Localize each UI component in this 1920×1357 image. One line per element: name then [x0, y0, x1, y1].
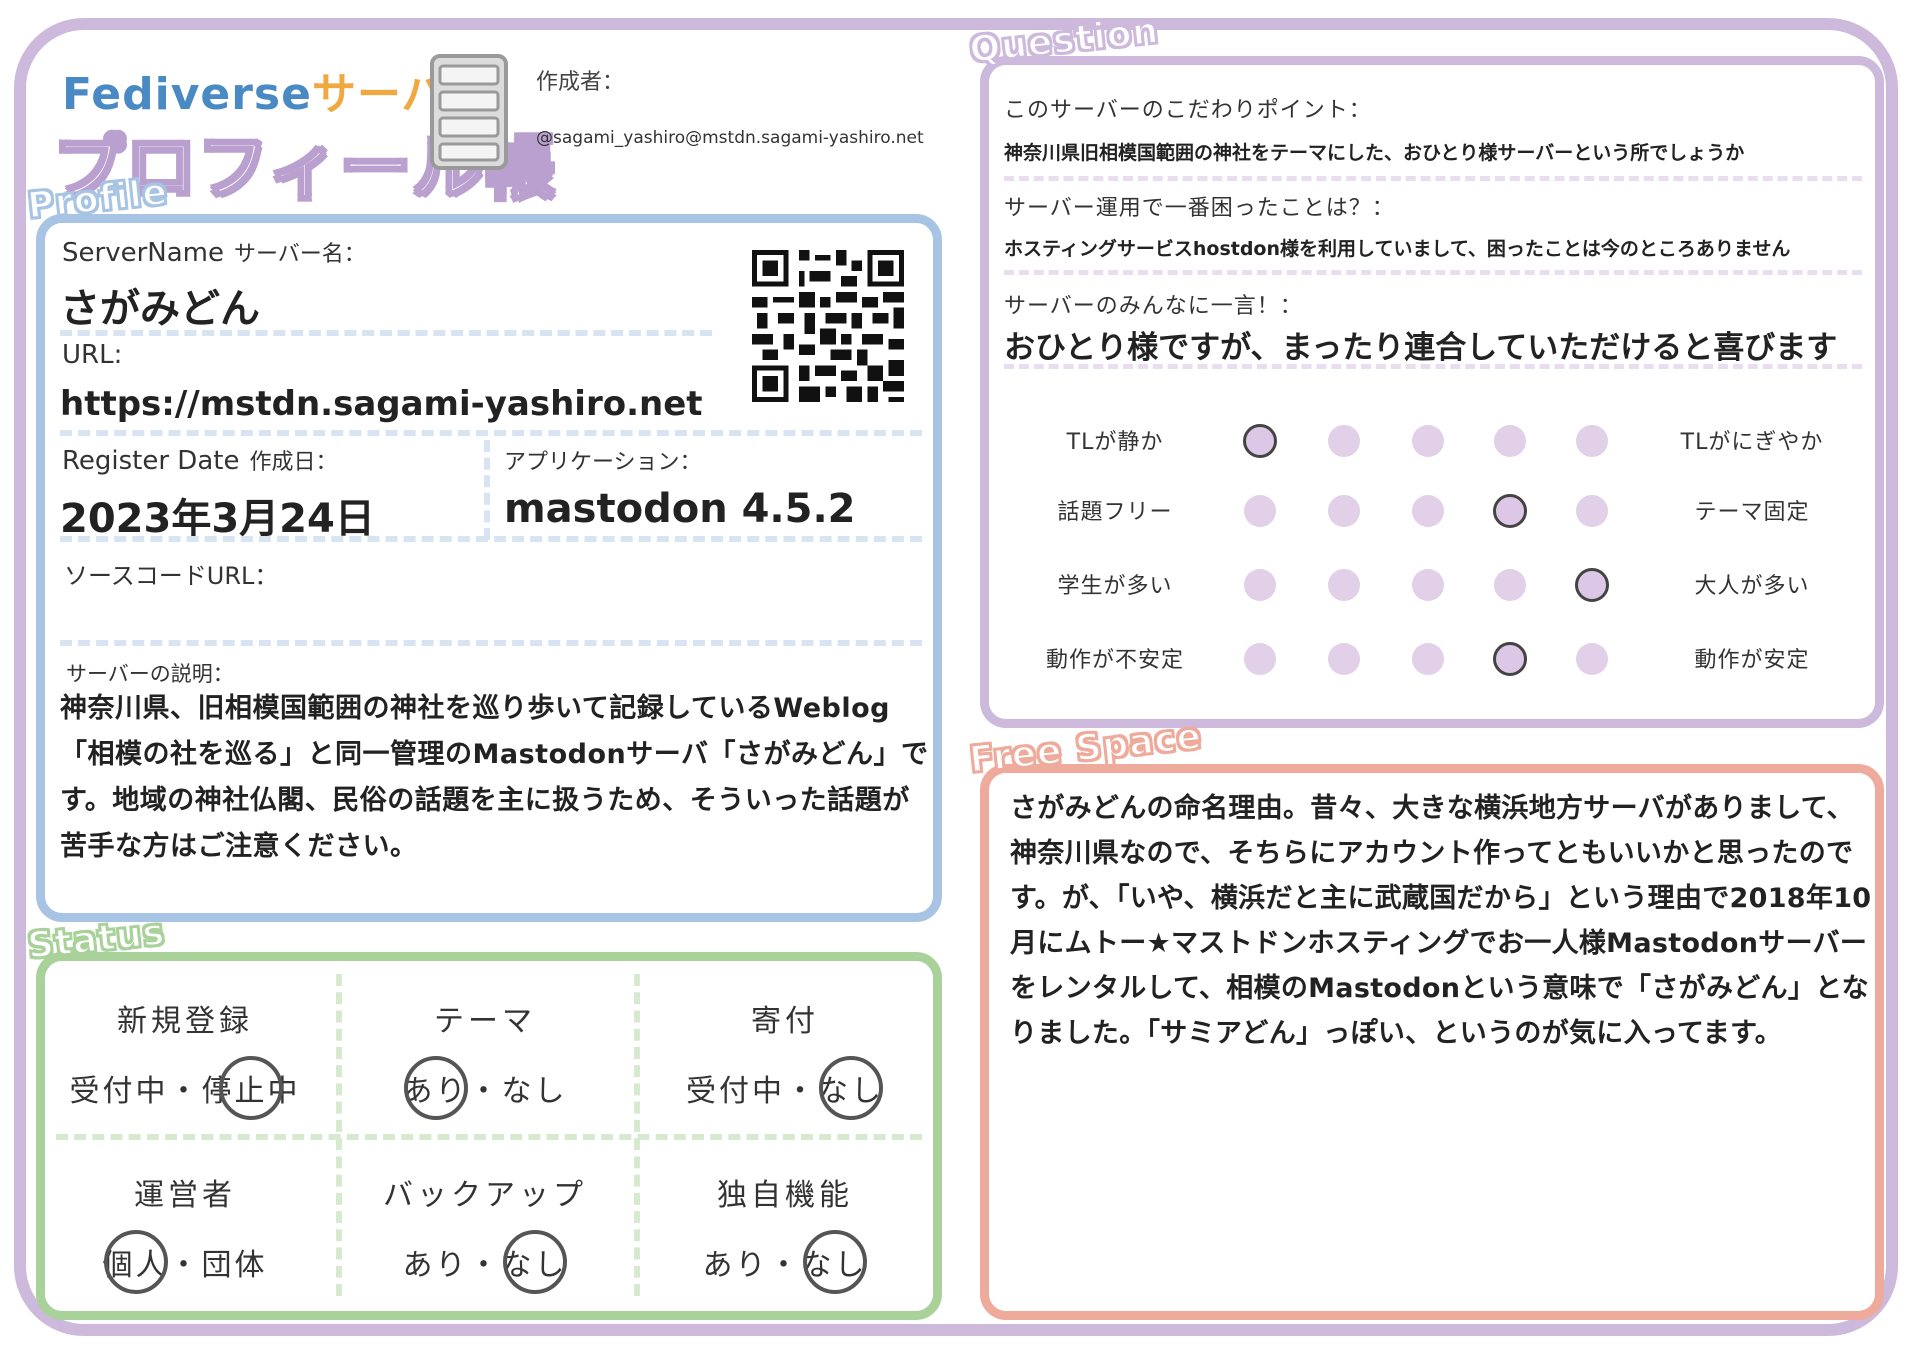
option-none: なし [818, 1066, 884, 1110]
divider [1004, 364, 1862, 369]
scale-dot-1[interactable] [1243, 424, 1277, 458]
status-donation: 寄付 受付中・なし [686, 1004, 884, 1110]
server-icon [430, 54, 508, 170]
status-custom-features: 独自機能 あり・なし [702, 1178, 868, 1284]
qr-code[interactable] [752, 250, 904, 402]
option-open: 受付中 [69, 1074, 169, 1109]
option-no: なし [502, 1240, 568, 1284]
divider [60, 536, 922, 542]
free-space-text: さがみどんの命名理由。昔々、大きな横浜地方サーバがありまして、神奈川県なので、そ… [1010, 793, 1872, 1049]
question-1-label: このサーバーのこだわりポイント： [1004, 98, 1372, 123]
question-2-label: サーバー運用で一番困ったことは？： [1004, 196, 1395, 221]
scale-right-label: TLがにぎやか [1680, 430, 1824, 455]
option-closed: 停止中 [202, 1066, 301, 1110]
scale-dot-5[interactable] [1575, 568, 1609, 602]
scale-dot-1[interactable] [1244, 569, 1276, 601]
question-3-label: サーバーのみんなに一言！： [1004, 294, 1303, 319]
register-date-label: Register Date 作成日： [62, 446, 338, 476]
status-new-registration: 新規登録 受付中・停止中 [69, 1004, 301, 1110]
application-label: アプリケーション： [504, 450, 702, 475]
server-url-link[interactable]: https://mstdn.sagami-yashiro.net [60, 384, 703, 424]
scale-dot-4[interactable] [1494, 569, 1526, 601]
option-yes: あり [702, 1248, 769, 1283]
divider [60, 330, 712, 336]
scale-dot-5[interactable] [1576, 643, 1608, 675]
scale-dot-1[interactable] [1244, 643, 1276, 675]
scale-dot-4[interactable] [1493, 494, 1527, 528]
option-individual: 個人 [103, 1240, 169, 1284]
question-2-answer: ホスティングサービスhostdon様を利用していまして、困ったことは今のところあ… [1004, 238, 1791, 260]
scale-dot-2[interactable] [1328, 495, 1360, 527]
scale-dot-3[interactable] [1412, 495, 1444, 527]
scale-left-label: TLが静か [1066, 430, 1164, 455]
option-no: なし [802, 1240, 868, 1284]
author-label: 作成者： [536, 70, 625, 95]
scale-dot-1[interactable] [1244, 495, 1276, 527]
scale-dot-4[interactable] [1494, 425, 1526, 457]
scale-dot-4[interactable] [1493, 642, 1527, 676]
divider [1004, 270, 1862, 275]
scale-dot-3[interactable] [1412, 643, 1444, 675]
scale-dot-2[interactable] [1328, 643, 1360, 675]
scale-left-label: 動作が不安定 [1045, 648, 1184, 673]
server-description: 神奈川県、旧相模国範囲の神社を巡り歩いて記録しているWeblog「相模の社を巡る… [60, 693, 929, 862]
scale-right-label: 動作が安定 [1694, 648, 1810, 673]
source-code-url-label: ソースコードURL： [64, 562, 279, 590]
server-name-value: さがみどん [60, 286, 260, 332]
option-yes: あり [402, 1248, 469, 1283]
status-theme: テーマ あり・なし [402, 1004, 568, 1110]
author-value: @sagami_yashiro@mstdn.sagami-yashiro.net [536, 128, 924, 148]
option-open: 受付中 [686, 1074, 785, 1109]
option-group: 団体 [201, 1248, 268, 1283]
scale-dot-2[interactable] [1328, 569, 1360, 601]
scale-right-label: 大人が多い [1694, 574, 1810, 599]
status-backup: バックアップ あり・なし [383, 1178, 587, 1284]
scale-dot-2[interactable] [1328, 425, 1360, 457]
divider [1004, 176, 1862, 181]
divider [60, 640, 922, 646]
application-value: mastodon 4.5.2 [504, 486, 856, 532]
divider [60, 430, 922, 436]
server-name-label: ServerName サーバー名： [62, 238, 366, 268]
question-3-answer: おひとり様ですが、まったり連合していただけると喜びます [1004, 330, 1838, 366]
question-1-answer: 神奈川県旧相模国範囲の神社をテーマにした、おひとり様サーバーという所でしょうか [1004, 142, 1745, 164]
option-yes: あり [403, 1066, 469, 1110]
divider [56, 1134, 922, 1140]
option-no: なし [501, 1074, 568, 1109]
url-label: URL: [62, 340, 123, 370]
description-label: サーバーの説明： [66, 662, 234, 686]
scale-dot-5[interactable] [1576, 425, 1608, 457]
scale-left-label: 学生が多い [1057, 574, 1173, 599]
scale-left-label: 話題フリー [1057, 500, 1173, 525]
status-operator: 運営者 個人・団体 [102, 1178, 268, 1284]
scale-dot-3[interactable] [1412, 425, 1444, 457]
scale-dot-5[interactable] [1576, 495, 1608, 527]
scale-dot-3[interactable] [1412, 569, 1444, 601]
divider [484, 440, 490, 540]
scale-right-label: テーマ固定 [1694, 500, 1810, 525]
